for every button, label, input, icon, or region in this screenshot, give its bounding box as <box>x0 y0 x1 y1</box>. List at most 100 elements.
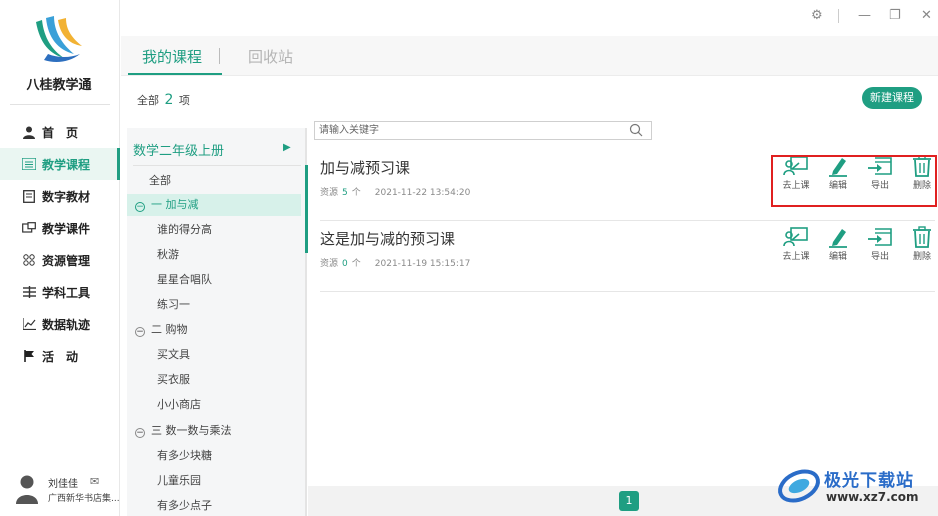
delete-label: 删除 <box>912 252 931 262</box>
tree-unit-2[interactable]: − 二 购物 <box>127 319 301 341</box>
divider <box>219 48 220 64</box>
minimize-icon[interactable]: — <box>858 8 871 23</box>
search-icon[interactable] <box>629 123 643 137</box>
total-count: 2 <box>164 92 174 108</box>
divider <box>838 9 839 23</box>
sidebar-item-home[interactable]: 首 页 <box>0 116 120 148</box>
delete-button[interactable]: 删除 <box>904 226 938 270</box>
book-icon <box>22 189 36 203</box>
tree-lesson[interactable]: 有多少点子 <box>127 495 301 516</box>
sidebar: 八桂教学通 首 页 教学课程 数字教材 教学课件 资源管理 学科工具 数据轨迹 … <box>0 0 120 516</box>
app-logo <box>36 16 82 62</box>
edit-label: 编辑 <box>828 252 847 262</box>
tree-unit-1[interactable]: − 一 加与减 <box>127 194 301 216</box>
avatar <box>16 475 38 504</box>
sidebar-item-label: 数字教材 <box>42 189 91 204</box>
collapse-icon[interactable]: − <box>135 202 145 212</box>
divider <box>10 104 110 105</box>
tree-lesson[interactable]: 谁的得分高 <box>127 219 301 241</box>
brand-name: 八桂教学通 <box>26 78 92 93</box>
app-window: 八桂教学通 首 页 教学课程 数字教材 教学课件 资源管理 学科工具 数据轨迹 … <box>0 0 938 516</box>
tools-icon <box>22 285 36 299</box>
course-total: 全部 2 项 <box>137 92 190 108</box>
flag-icon <box>22 349 36 363</box>
active-tab-indicator <box>128 73 222 75</box>
resource-count: 0 <box>342 259 348 269</box>
course-meta: 资源 0 个 2021-11-19 15:15:17 <box>320 256 470 269</box>
sidebar-item-data[interactable]: 数据轨迹 <box>0 308 120 340</box>
edit-button[interactable]: 编辑 <box>820 226 856 270</box>
mail-icon[interactable]: ✉ <box>90 475 99 488</box>
tab-recycle-bin[interactable]: 回收站 <box>248 46 293 67</box>
tree-item-label: 三 数一数与乘法 <box>151 424 232 437</box>
textbook-selector[interactable]: 数学二年级上册 <box>133 140 224 159</box>
new-course-button[interactable]: 新建课程 <box>862 87 922 109</box>
tree-lesson[interactable]: 秋游 <box>127 244 301 266</box>
tree-lesson[interactable]: 买衣服 <box>127 369 301 391</box>
course-title[interactable]: 这是加与减的预习课 <box>320 228 455 249</box>
tree-lesson[interactable]: 星星合唱队 <box>127 269 301 291</box>
course-time: 2021-11-22 13:54:20 <box>374 188 471 198</box>
grid-icon <box>22 253 36 267</box>
edit-pen-icon <box>829 229 847 248</box>
sidebar-item-label: 教学课件 <box>42 221 91 236</box>
sidebar-item-label: 资源管理 <box>42 253 91 268</box>
tree-item-all[interactable]: 全部 <box>127 170 301 192</box>
sidebar-item-label: 学科工具 <box>42 285 91 300</box>
tree-lesson[interactable]: 买文具 <box>127 344 301 366</box>
page-button-current[interactable]: 1 <box>619 491 639 511</box>
collapse-icon[interactable]: − <box>135 327 145 337</box>
trash-icon <box>913 226 931 248</box>
sidebar-item-textbook[interactable]: 数字教材 <box>0 180 120 212</box>
total-prefix: 全部 <box>137 94 159 107</box>
tree-unit-3[interactable]: − 三 数一数与乘法 <box>127 420 301 442</box>
teach-button[interactable]: 去上课 <box>778 226 814 270</box>
settings-gear-icon[interactable]: ⚙ <box>811 8 823 23</box>
close-icon[interactable]: ✕ <box>921 8 932 23</box>
restore-icon[interactable]: ❐ <box>889 8 901 23</box>
search-box[interactable] <box>314 121 652 140</box>
chapter-tree: 数学二年级上册 ▶ 全部 − 一 加与减 谁的得分高 秋游 星星合唱队 练习一 −… <box>127 128 307 516</box>
watermark-url: www.xz7.com <box>826 490 919 504</box>
resource-label: 资源 <box>320 259 339 269</box>
title-bar: ⚙ — ❐ ✕ <box>121 0 938 36</box>
sidebar-item-activity[interactable]: 活 动 <box>0 340 120 372</box>
watermark-name: 极光下载站 <box>824 471 914 491</box>
divider <box>133 165 301 166</box>
sidebar-item-label: 活 动 <box>42 349 79 364</box>
tree-lesson[interactable]: 有多少块糖 <box>127 445 301 467</box>
sidebar-nav: 首 页 教学课程 数字教材 教学课件 资源管理 学科工具 数据轨迹 活 动 <box>0 116 120 372</box>
sidebar-item-courseware[interactable]: 教学课件 <box>0 212 120 244</box>
collapse-icon[interactable]: − <box>135 428 145 438</box>
user-organization: 广西新华书店集... <box>48 494 120 504</box>
courseware-icon <box>22 221 36 235</box>
teach-label: 去上课 <box>782 252 810 262</box>
course-time: 2021-11-19 15:15:17 <box>374 259 471 269</box>
export-label: 导出 <box>870 252 889 262</box>
total-suffix: 项 <box>178 94 190 107</box>
resource-unit: 个 <box>351 188 361 198</box>
resource-unit: 个 <box>351 259 361 269</box>
tree-item-label: 二 购物 <box>151 323 188 336</box>
tree-lesson[interactable]: 练习一 <box>127 294 301 316</box>
sidebar-item-resources[interactable]: 资源管理 <box>0 244 120 276</box>
tree-scrollbar[interactable] <box>305 165 308 253</box>
export-icon <box>868 228 892 246</box>
tree-lesson[interactable]: 儿童乐园 <box>127 470 301 492</box>
sidebar-item-tools[interactable]: 学科工具 <box>0 276 120 308</box>
course-item[interactable]: 这是加与减的预习课 资源 0 个 2021-11-19 15:15:17 去上课 编辑… <box>320 222 935 292</box>
course-title[interactable]: 加与减预习课 <box>320 157 410 178</box>
watermark: 极光下载站 www.xz7.com <box>776 460 936 512</box>
tab-my-courses[interactable]: 我的课程 <box>142 46 202 67</box>
user-panel[interactable]: 刘佳佳 ✉ 广西新华书店集... <box>10 470 120 510</box>
list-icon <box>22 157 36 171</box>
sidebar-item-courses[interactable]: 教学课程 <box>0 148 120 180</box>
export-button[interactable]: 导出 <box>862 226 898 270</box>
chart-icon <box>22 317 36 331</box>
teach-icon <box>783 227 808 247</box>
search-input[interactable] <box>319 123 619 138</box>
tree-lesson[interactable]: 小小商店 <box>127 394 301 416</box>
highlight-box <box>771 155 937 207</box>
play-arrow-icon[interactable]: ▶ <box>283 142 291 153</box>
course-tabs: 我的课程 回收站 <box>121 36 938 76</box>
